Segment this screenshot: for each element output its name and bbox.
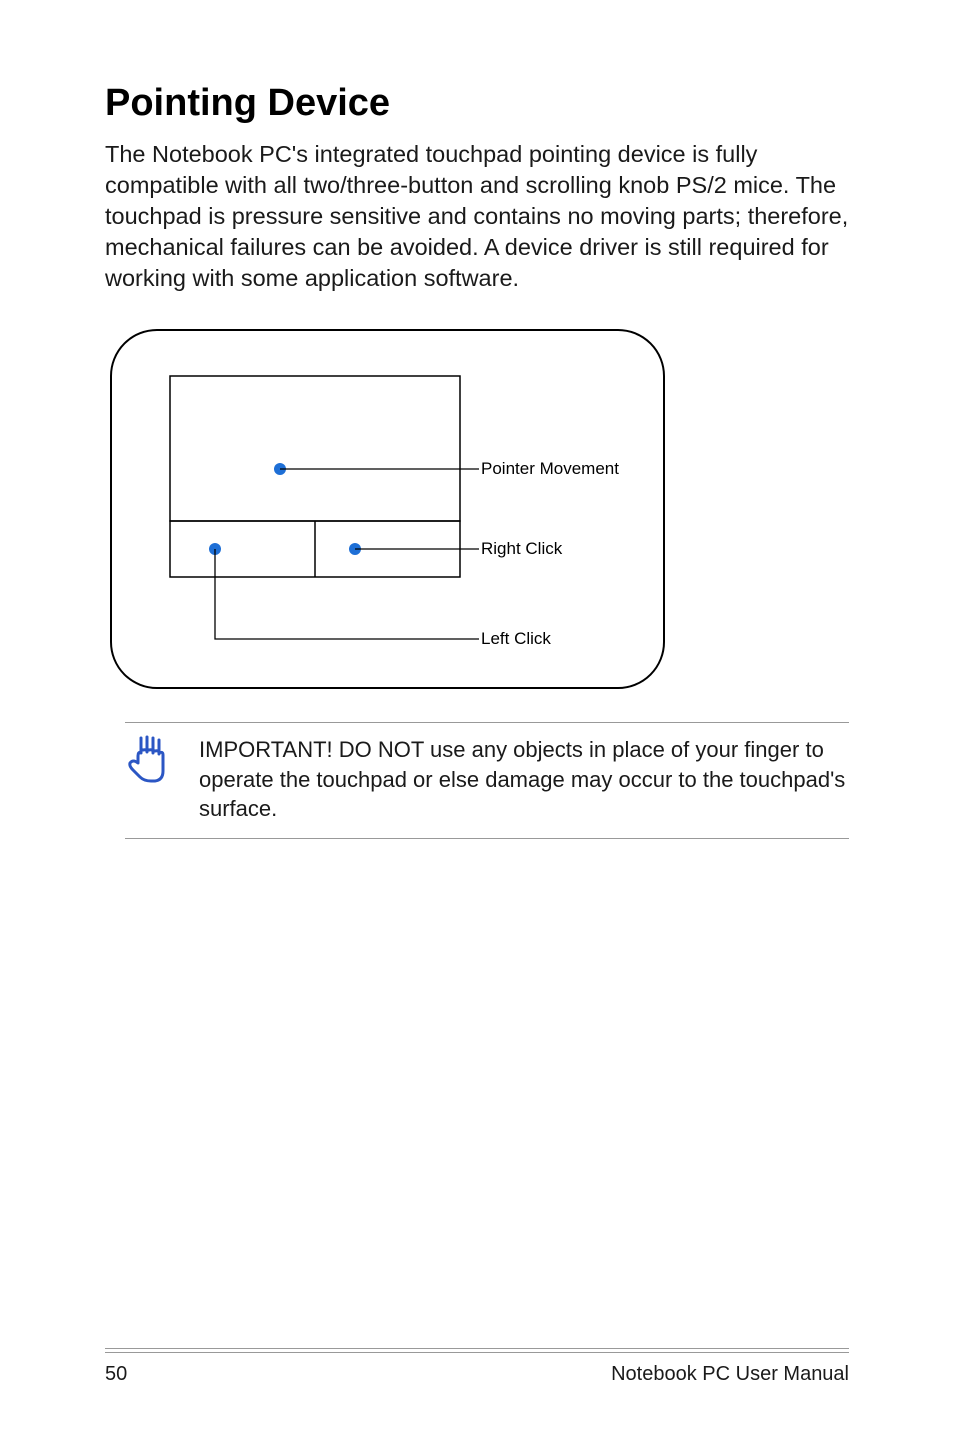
outer-frame [111,330,664,688]
footer-rule-top [105,1348,849,1349]
diagram-svg: Pointer Movement Right Click Left Click [105,324,670,694]
footer-rule-bottom [105,1352,849,1353]
page-footer: 50 Notebook PC User Manual [105,1348,849,1386]
page-number: 50 [105,1363,127,1386]
pointer-label: Pointer Movement [481,459,619,478]
left-click-label: Left Click [481,629,551,648]
callout-text: IMPORTANT! DO NOT use any objects in pla… [199,735,849,824]
hand-icon [125,733,173,790]
touchpad-surface [170,376,460,521]
important-callout: IMPORTANT! DO NOT use any objects in pla… [125,722,849,839]
right-click-label: Right Click [481,539,563,558]
page-heading: Pointing Device [105,82,849,125]
body-paragraph: The Notebook PC's integrated touchpad po… [105,139,849,294]
footer-title: Notebook PC User Manual [611,1363,849,1386]
touchpad-diagram: Pointer Movement Right Click Left Click [105,324,849,694]
left-click-leader [215,549,479,639]
